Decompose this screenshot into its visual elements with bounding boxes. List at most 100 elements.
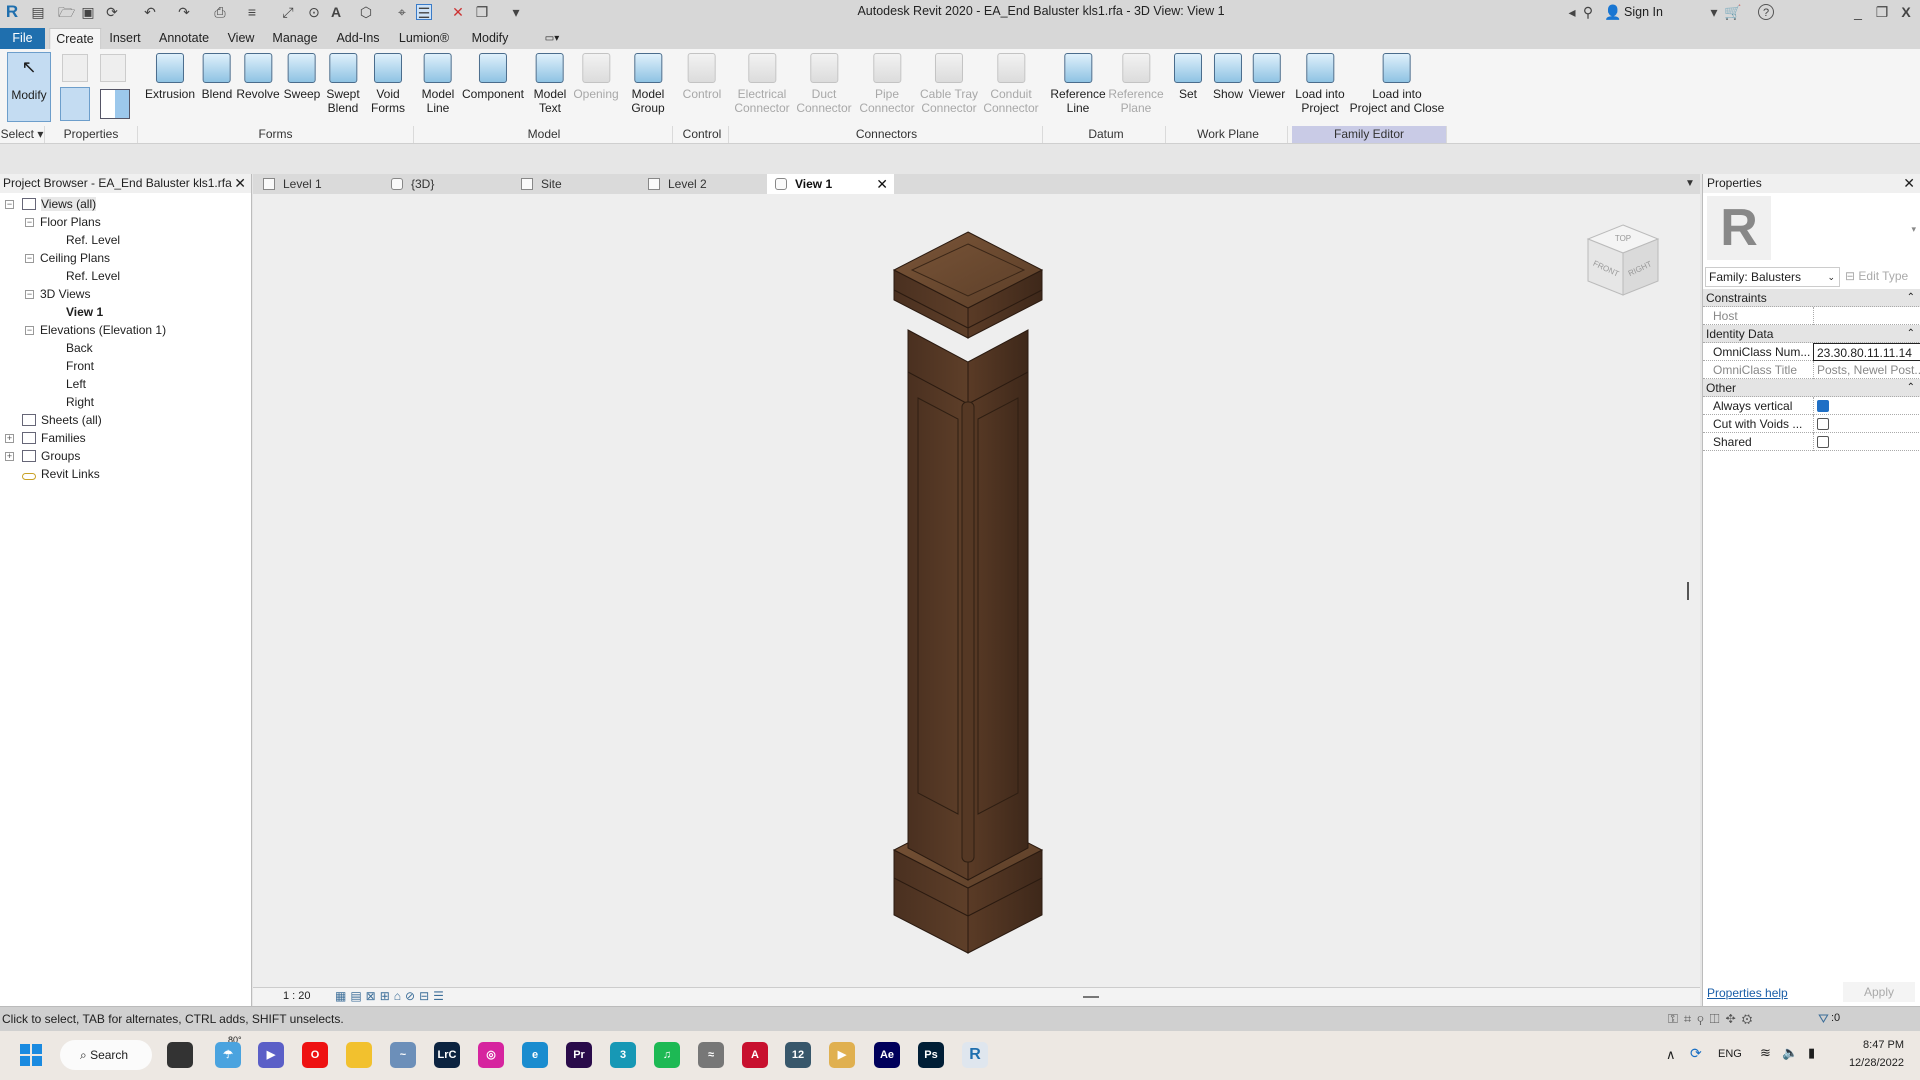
- language-indicator[interactable]: ENG: [1718, 1048, 1742, 1060]
- view-tab-view-1[interactable]: View 1 ✕: [767, 174, 894, 194]
- cart-icon[interactable]: 🛒: [1724, 4, 1741, 20]
- reference-plane-button[interactable]: Reference Plane: [1108, 53, 1164, 115]
- performance-monitor-icon[interactable]: ~: [390, 1042, 416, 1068]
- revolve-button[interactable]: Revolve: [236, 53, 280, 101]
- thin-lines-icon[interactable]: ☰: [416, 4, 432, 21]
- modify-button[interactable]: ↖ Modify: [7, 52, 51, 122]
- view-tab-level-1[interactable]: Level 1: [259, 174, 379, 194]
- expand-icon[interactable]: +: [5, 434, 14, 443]
- reference-line-button[interactable]: Reference Line: [1050, 53, 1106, 115]
- spotify-icon[interactable]: ♫: [654, 1042, 680, 1068]
- help-icon[interactable]: ?: [1758, 4, 1774, 20]
- windows-start-icon[interactable]: [20, 1044, 42, 1066]
- tree-item[interactable]: Groups: [22, 447, 80, 465]
- measure-icon[interactable]: ≡: [244, 4, 260, 20]
- opera-icon[interactable]: O: [302, 1042, 328, 1068]
- collapse-icon[interactable]: −: [25, 254, 34, 263]
- load-into-project-button[interactable]: Load into Project: [1295, 53, 1345, 115]
- battery-icon[interactable]: ▮: [1808, 1045, 1815, 1061]
- tab-view[interactable]: View: [222, 28, 261, 49]
- tab-insert[interactable]: Insert: [103, 28, 146, 49]
- expand-icon[interactable]: +: [5, 452, 14, 461]
- vertical-scrollbar[interactable]: [1687, 582, 1689, 600]
- section-other[interactable]: Other ⌃: [1703, 379, 1920, 397]
- cut-with-voids-checkbox[interactable]: [1817, 418, 1829, 430]
- tree-item[interactable]: Left: [66, 375, 86, 393]
- tab-lumion[interactable]: Lumion®: [393, 28, 455, 49]
- file-tab[interactable]: File: [0, 28, 45, 49]
- viewcube[interactable]: TOP FRONT RIGHT: [1578, 217, 1668, 307]
- teams-chat-icon[interactable]: ▶: [258, 1042, 284, 1068]
- file-explorer-icon[interactable]: [346, 1042, 372, 1068]
- close-button[interactable]: X: [1898, 4, 1914, 20]
- task-view-icon[interactable]: [167, 1042, 193, 1068]
- view-scale[interactable]: 1 : 20: [283, 990, 311, 1002]
- apply-button[interactable]: Apply: [1843, 982, 1915, 1002]
- type-selector-arrow-icon[interactable]: ▾: [1911, 224, 1916, 235]
- load-into-project-and-close-button[interactable]: Load into Project and Close: [1350, 53, 1444, 115]
- show-button[interactable]: Show: [1213, 53, 1243, 101]
- tree-item[interactable]: Elevations (Elevation 1): [40, 321, 166, 339]
- tree-item[interactable]: Ref. Level: [66, 267, 120, 285]
- restore-button[interactable]: ❐: [1874, 4, 1890, 20]
- photoshop-icon[interactable]: Ps: [918, 1042, 944, 1068]
- tree-item[interactable]: View 1: [66, 303, 103, 321]
- collapse-icon[interactable]: −: [25, 218, 34, 227]
- undo-icon[interactable]: ↶: [142, 4, 158, 20]
- baluster-model[interactable]: [253, 194, 1700, 987]
- shared-checkbox[interactable]: [1817, 436, 1829, 448]
- omniclass-number-input[interactable]: 23.30.80.11.11.14: [1813, 343, 1920, 361]
- lightroom-classic-icon[interactable]: LrC: [434, 1042, 460, 1068]
- folder-open-icon[interactable]: 🗁: [58, 4, 75, 20]
- print-icon[interactable]: ⎙: [212, 4, 228, 20]
- minimize-button[interactable]: _: [1850, 4, 1866, 20]
- duct-connector-button[interactable]: Duct Connector: [796, 53, 852, 115]
- revit-icon[interactable]: R: [962, 1042, 988, 1068]
- selection-filter-icons[interactable]: ⚿⌗⚲◫✥⚙: [1668, 1011, 1758, 1027]
- tab-modify[interactable]: Modify: [466, 28, 515, 49]
- user-icon[interactable]: 👤: [1604, 4, 1621, 20]
- premiere-icon[interactable]: Pr: [566, 1042, 592, 1068]
- close-icon[interactable]: ✕: [234, 174, 246, 193]
- sync-icon[interactable]: ⟳: [104, 4, 120, 20]
- redo-icon[interactable]: ↷: [176, 4, 192, 20]
- collapse-icon[interactable]: −: [25, 326, 34, 335]
- close-hidden-icon[interactable]: ✕: [450, 4, 466, 20]
- weather-icon[interactable]: ☂: [215, 1042, 241, 1068]
- tab-add-ins[interactable]: Add-Ins: [330, 28, 385, 49]
- close-tab-icon[interactable]: ✕: [876, 174, 888, 194]
- tree-item[interactable]: Back: [66, 339, 93, 357]
- viewer-button[interactable]: Viewer: [1249, 53, 1285, 101]
- tag-icon[interactable]: ⊙: [306, 4, 322, 20]
- tree-item[interactable]: 3D Views: [40, 285, 90, 303]
- viewcube-top-label[interactable]: TOP: [1615, 234, 1631, 243]
- tab-manage[interactable]: Manage: [266, 28, 323, 49]
- save-icon[interactable]: ▣: [80, 4, 96, 20]
- model-group-button[interactable]: Model Group: [631, 53, 665, 115]
- revit-logo-icon[interactable]: R: [4, 3, 20, 20]
- tree-item[interactable]: Ref. Level: [66, 231, 120, 249]
- view-tab-level-2[interactable]: Level 2: [644, 174, 764, 194]
- tree-item[interactable]: Front: [66, 357, 94, 375]
- extrusion-button[interactable]: Extrusion: [145, 53, 195, 101]
- view-tab-site[interactable]: Site: [517, 174, 637, 194]
- 3d-view-canvas[interactable]: TOP FRONT RIGHT: [253, 194, 1700, 987]
- sign-in-link[interactable]: Sign In: [1624, 5, 1663, 19]
- model-text-button[interactable]: Model Text: [534, 53, 566, 115]
- opening-button[interactable]: Opening: [573, 53, 619, 101]
- clock-time[interactable]: 8:47 PM: [1850, 1039, 1904, 1051]
- panel-label-select[interactable]: Select ▾: [0, 126, 45, 143]
- 3d-view-icon[interactable]: ⬡: [358, 4, 374, 20]
- filter-icon[interactable]: ⛛: [1818, 1011, 1829, 1027]
- tree-item[interactable]: Floor Plans: [40, 213, 101, 231]
- set-button[interactable]: Set: [1174, 53, 1202, 101]
- text-icon[interactable]: A: [328, 4, 344, 20]
- onedrive-sync-icon[interactable]: ⟳: [1690, 1045, 1702, 1062]
- tab-create[interactable]: Create: [49, 28, 101, 49]
- media-player-icon[interactable]: ▶: [829, 1042, 855, 1068]
- pipe-connector-button[interactable]: Pipe Connector: [859, 53, 915, 115]
- view-tab-3d[interactable]: {3D}: [387, 174, 507, 194]
- autodesk-app-icon[interactable]: ≈: [698, 1042, 724, 1068]
- dimension-icon[interactable]: ⤢: [280, 4, 296, 20]
- void-forms-button[interactable]: Void Forms: [371, 53, 405, 115]
